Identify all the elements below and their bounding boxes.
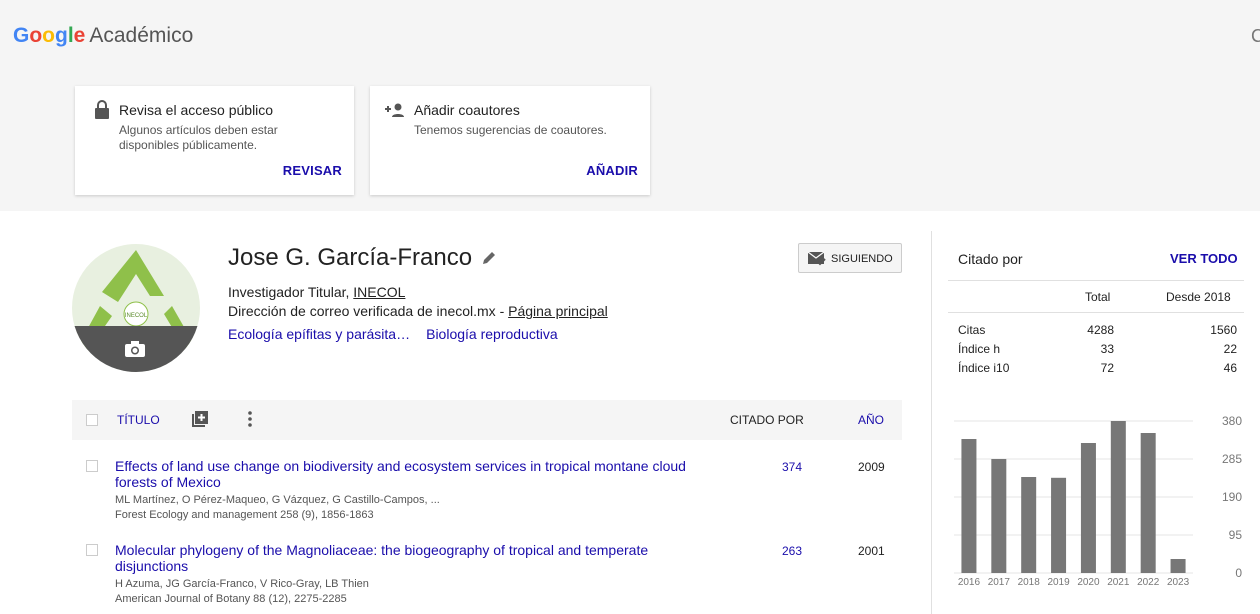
- article-authors: ML Martínez, O Pérez-Maqueo, G Vázquez, …: [115, 494, 440, 506]
- x-tick-label: 2019: [1047, 577, 1070, 588]
- article-citations[interactable]: 263: [772, 544, 812, 558]
- sort-by-citations[interactable]: CITADO POR: [730, 413, 804, 427]
- bar-2020[interactable]: [1080, 443, 1096, 573]
- x-tick-label: 2023: [1167, 577, 1190, 588]
- divider: [948, 280, 1244, 281]
- stat-label: Índice i10: [958, 361, 1010, 375]
- article-title[interactable]: Effects of land use change on biodiversi…: [115, 458, 720, 490]
- y-tick-label: 190: [1222, 490, 1242, 504]
- select-all-checkbox[interactable]: [86, 414, 98, 426]
- x-tick-label: 2021: [1107, 577, 1130, 588]
- public-access-card: Revisa el acceso público Algunos artícul…: [75, 86, 354, 195]
- article-checkbox[interactable]: [86, 460, 98, 472]
- card-title: Revisa el acceso público: [119, 102, 274, 118]
- add-person-icon: [385, 103, 404, 117]
- bar-2017[interactable]: [991, 459, 1007, 573]
- sidebar-divider: [931, 231, 932, 614]
- bar-2016[interactable]: [961, 439, 977, 573]
- stat-since: 1560: [1210, 323, 1237, 337]
- bar-2022[interactable]: [1140, 433, 1156, 573]
- add-coauthors-button[interactable]: AÑADIR: [586, 163, 638, 178]
- stat-label: Citas: [958, 323, 986, 337]
- bar-2021[interactable]: [1110, 421, 1126, 573]
- y-tick-label: 0: [1235, 566, 1242, 580]
- bar-2023[interactable]: [1170, 559, 1186, 573]
- stat-total: 72: [1100, 361, 1114, 375]
- x-tick-label: 2017: [988, 577, 1011, 588]
- articles-header: TÍTULO CITADO POR AÑO: [72, 400, 902, 440]
- x-tick-label: 2018: [1018, 577, 1041, 588]
- email-verification: Dirección de correo verificada de inecol…: [228, 303, 608, 319]
- account-icon[interactable]: C: [1251, 26, 1260, 47]
- more-options-icon[interactable]: [248, 411, 252, 427]
- article-venue: American Journal of Botany 88 (12), 2275…: [115, 593, 347, 605]
- bar-2019[interactable]: [1051, 477, 1067, 573]
- stat-total: 4288: [1087, 323, 1114, 337]
- google-logo-text: Google: [13, 24, 86, 47]
- top-bar: Google Académico C: [0, 0, 1260, 70]
- citations-chart: 380 285 190 95 0 2016 2017 2018 2019 2020 2021 2022…: [954, 414, 1243, 588]
- stat-total: 33: [1100, 342, 1114, 356]
- divider: [948, 312, 1244, 313]
- topic-link[interactable]: Biología reproductiva: [426, 326, 558, 342]
- article-row: Effects of land use change on biodiversi…: [72, 458, 902, 524]
- x-tick-label: 2020: [1077, 577, 1100, 588]
- mail-check-icon: [808, 252, 826, 266]
- view-all-button[interactable]: VER TODO: [1170, 251, 1238, 266]
- lock-icon: [95, 100, 109, 119]
- cited-by-heading: Citado por: [958, 251, 1023, 267]
- homepage-link[interactable]: Página principal: [508, 303, 608, 319]
- product-name: Académico: [89, 24, 194, 47]
- article-year: 2009: [858, 460, 885, 474]
- bar-2018[interactable]: [1021, 477, 1037, 573]
- follow-button[interactable]: SIGUIENDO: [798, 243, 902, 273]
- add-article-icon[interactable]: [192, 411, 208, 427]
- x-tick-label: 2016: [958, 577, 981, 588]
- profile-name: Jose G. García-Franco: [228, 244, 473, 271]
- follow-label: SIGUIENDO: [831, 253, 893, 265]
- sort-by-year[interactable]: AÑO: [858, 413, 884, 427]
- article-checkbox[interactable]: [86, 544, 98, 556]
- affiliation: Investigador Titular, INECOL: [228, 284, 406, 300]
- y-tick-label: 380: [1222, 414, 1242, 428]
- card-text: Tenemos sugerencias de coautores.: [414, 123, 607, 137]
- article-title[interactable]: Molecular phylogeny of the Magnoliaceae:…: [115, 542, 720, 574]
- card-title: Añadir coautores: [414, 102, 520, 118]
- y-tick-label: 95: [1229, 528, 1243, 542]
- add-coauthors-card: Añadir coautores Tenemos sugerencias de …: [370, 86, 650, 195]
- camera-icon[interactable]: [124, 340, 146, 358]
- column-since: Desde 2018: [1166, 290, 1231, 304]
- stat-since: 46: [1223, 361, 1237, 375]
- card-text: Algunos artículos deben estar disponible…: [119, 123, 278, 152]
- edit-icon[interactable]: [482, 251, 496, 265]
- article-year: 2001: [858, 544, 885, 558]
- research-topics: Ecología epífitas y parásita… Biología re…: [228, 326, 574, 342]
- affiliation-link[interactable]: INECOL: [353, 284, 405, 300]
- x-tick-label: 2022: [1137, 577, 1160, 588]
- stat-label: Índice h: [958, 342, 1001, 356]
- y-tick-label: 285: [1222, 452, 1242, 466]
- topic-link[interactable]: Ecología epífitas y parásita…: [228, 326, 410, 342]
- article-authors: H Azuma, JG García-Franco, V Rico-Gray, …: [115, 578, 369, 590]
- scholar-logo[interactable]: Google Académico: [13, 24, 193, 48]
- sort-by-title[interactable]: TÍTULO: [117, 413, 160, 427]
- article-venue: Forest Ecology and management 258 (9), 1…: [115, 509, 374, 521]
- svg-text:INECOL: INECOL: [125, 313, 148, 319]
- review-button[interactable]: REVISAR: [283, 163, 342, 178]
- article-row: Molecular phylogeny of the Magnoliaceae:…: [72, 542, 902, 608]
- stat-since: 22: [1223, 342, 1237, 356]
- column-total: Total: [1085, 290, 1111, 304]
- avatar[interactable]: INECOL: [72, 244, 200, 372]
- article-citations[interactable]: 374: [772, 460, 812, 474]
